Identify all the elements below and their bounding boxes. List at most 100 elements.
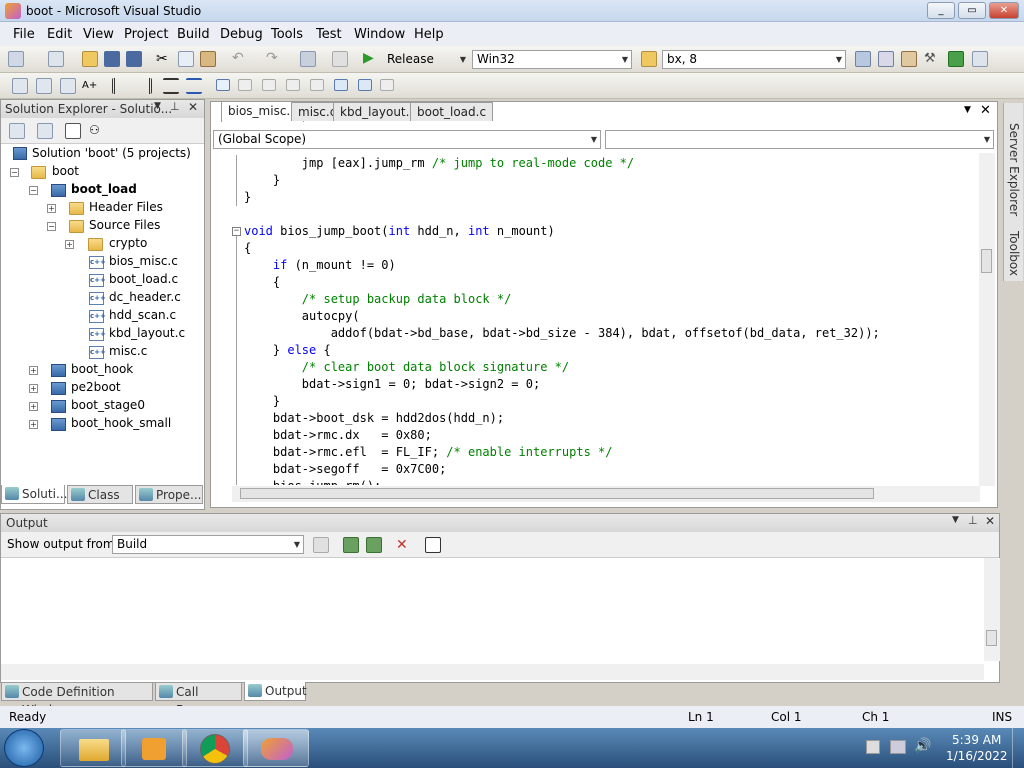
menu-project[interactable]: Project [124, 27, 168, 42]
save-icon[interactable] [104, 51, 120, 67]
tab-property-manager[interactable]: Prope... [135, 485, 203, 504]
tree-item-header-files[interactable]: Header Files [89, 198, 163, 216]
menu-help[interactable]: Help [414, 27, 444, 42]
properties-icon[interactable] [878, 51, 894, 67]
complete-word-icon[interactable]: A+ [82, 78, 98, 94]
expand-icon[interactable]: + [65, 240, 74, 249]
tab-server-explorer[interactable]: Server Explorer [1007, 123, 1021, 216]
refresh-icon[interactable] [65, 123, 81, 139]
parameter-info-icon[interactable] [36, 78, 52, 94]
outline-collapse-icon[interactable]: − [232, 227, 241, 236]
close-panel-icon[interactable]: ✕ [188, 100, 198, 114]
tree-item-dc-header[interactable]: dc_header.c [109, 288, 181, 306]
clock-date[interactable]: 1/16/2022 [946, 749, 1008, 763]
expand-icon[interactable]: + [29, 366, 38, 375]
tree-item-boot-load[interactable]: boot_load [71, 180, 137, 198]
close-button[interactable]: ✕ [989, 2, 1019, 19]
taskbar-media-player[interactable] [121, 729, 187, 767]
find-combo[interactable]: bx, 8 ▼ [662, 50, 846, 69]
tree-item-misc[interactable]: misc.c [109, 342, 147, 360]
minimize-button[interactable]: _ [927, 2, 955, 19]
view-class-diagram-icon[interactable]: ⚇ [89, 123, 105, 139]
show-output-from-combo[interactable]: Build ▼ [112, 535, 304, 554]
collapse-icon[interactable]: − [10, 168, 19, 177]
collapse-icon[interactable]: − [29, 186, 38, 195]
tree-item-boot-hook[interactable]: boot_hook [71, 360, 133, 378]
start-page-icon[interactable] [948, 51, 964, 67]
paste-icon[interactable] [200, 51, 216, 67]
menu-build[interactable]: Build [177, 27, 210, 42]
close-document-icon[interactable]: ✕ [980, 103, 991, 118]
next-bookmark-icon[interactable] [262, 79, 276, 91]
go-to-previous-message-icon[interactable] [343, 537, 359, 553]
solution-platform-combo[interactable]: Win32 ▼ [472, 50, 632, 69]
expand-icon[interactable]: + [47, 204, 56, 213]
navigate-forward-icon[interactable] [332, 51, 348, 67]
toggle-bookmark-icon[interactable] [216, 79, 230, 91]
tree-item-pe2boot[interactable]: pe2boot [71, 378, 121, 396]
tab-code-definition-window[interactable]: Code Definition Window [1, 682, 153, 717]
tree-item-source-files[interactable]: Source Files [89, 216, 160, 234]
uncomment-icon[interactable] [186, 78, 202, 94]
menu-debug[interactable]: Debug [220, 27, 263, 42]
navigate-backward-icon[interactable] [300, 51, 316, 67]
taskbar-chrome[interactable] [182, 729, 248, 767]
start-debugging-icon[interactable]: ▶ [363, 50, 379, 66]
show-desktop-button[interactable] [1012, 728, 1024, 768]
window-position-icon[interactable]: ▼ [154, 101, 161, 111]
copy-icon[interactable] [178, 51, 194, 67]
menu-view[interactable]: View [83, 27, 114, 42]
increase-indent-icon[interactable] [136, 78, 152, 94]
previous-bookmark-document-icon[interactable] [334, 79, 348, 91]
toggle-word-wrap-icon[interactable] [425, 537, 441, 553]
open-folder-icon[interactable] [82, 51, 98, 67]
active-files-icon[interactable]: ▼ [964, 105, 971, 115]
close-panel-icon[interactable]: ✕ [985, 514, 995, 528]
previous-bookmark-icon[interactable] [238, 79, 252, 91]
tab-class-view[interactable]: Class ... [67, 485, 133, 520]
tab-boot-load[interactable]: boot_load.c [410, 102, 494, 121]
clock-time[interactable]: 5:39 AM [952, 733, 1001, 747]
undo-icon[interactable]: ↶ [232, 50, 248, 66]
scope-combo[interactable]: (Global Scope) ▼ [213, 130, 601, 149]
decrease-indent-icon[interactable] [112, 78, 128, 94]
taskbar-explorer[interactable] [60, 729, 126, 767]
tree-item-boot-stage0[interactable]: boot_stage0 [71, 396, 145, 414]
tree-solution[interactable]: Solution 'boot' (5 projects) [32, 144, 191, 162]
tab-call-browser[interactable]: Call Browser [155, 682, 242, 717]
scroll-thumb[interactable] [986, 630, 997, 646]
member-combo[interactable]: ▼ [605, 130, 994, 149]
output-vertical-scrollbar[interactable] [984, 558, 1000, 661]
toolbox-icon[interactable]: ⚒ [924, 51, 940, 67]
tree-item-hdd-scan[interactable]: hdd_scan.c [109, 306, 176, 324]
next-bookmark-document-icon[interactable] [358, 79, 372, 91]
go-to-next-message-icon[interactable] [366, 537, 382, 553]
tab-toolbox[interactable]: Toolbox [1007, 231, 1021, 276]
scroll-thumb[interactable] [240, 488, 874, 499]
output-horizontal-scrollbar[interactable] [1, 664, 984, 680]
expand-icon[interactable]: + [29, 420, 38, 429]
properties-icon[interactable] [9, 123, 25, 139]
expand-icon[interactable]: + [29, 402, 38, 411]
menu-window[interactable]: Window [354, 27, 405, 42]
next-bookmark-folder-icon[interactable] [310, 79, 324, 91]
redo-icon[interactable]: ↷ [266, 50, 282, 66]
editor-horizontal-scrollbar[interactable] [232, 486, 980, 502]
collapse-icon[interactable]: − [47, 222, 56, 231]
editor-vertical-scrollbar[interactable] [979, 153, 995, 486]
clear-bookmarks-icon[interactable] [380, 79, 394, 91]
quick-info-icon[interactable] [60, 78, 76, 94]
new-project-icon[interactable] [8, 51, 24, 67]
show-all-files-icon[interactable] [37, 123, 53, 139]
previous-bookmark-folder-icon[interactable] [286, 79, 300, 91]
solution-explorer-icon[interactable] [855, 51, 871, 67]
add-item-icon[interactable] [48, 51, 64, 67]
menu-test[interactable]: Test [316, 27, 342, 42]
tree-item-bios-misc[interactable]: bios_misc.c [109, 252, 178, 270]
find-in-files-icon[interactable] [641, 51, 657, 67]
tree-item-crypto[interactable]: crypto [109, 234, 147, 252]
tree-item-boot[interactable]: boot [52, 162, 79, 180]
action-center-icon[interactable] [866, 740, 880, 754]
tree-item-boot-hook-small[interactable]: boot_hook_small [71, 414, 171, 432]
save-all-icon[interactable] [126, 51, 142, 67]
